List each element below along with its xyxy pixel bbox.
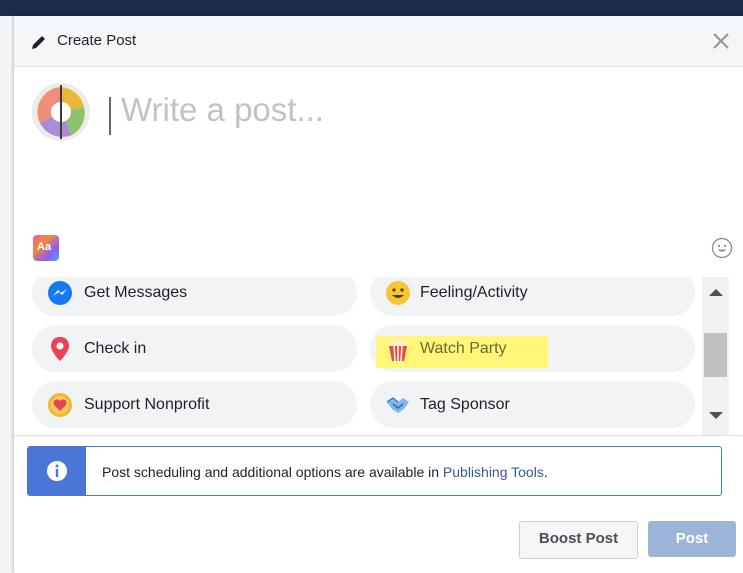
post-options-list: Get Messages Feeling/Activity Check in W…	[14, 277, 743, 435]
info-icon	[47, 461, 67, 481]
scroll-thumb[interactable]	[704, 333, 727, 377]
handshake-icon	[386, 397, 409, 413]
smiley-face-icon	[386, 281, 410, 305]
publishing-tools-notice: Post scheduling and additional options a…	[27, 446, 722, 496]
boost-post-button[interactable]: Boost Post	[519, 521, 638, 559]
option-support-nonprofit[interactable]: Support Nonprofit	[32, 381, 357, 428]
dialog-header: Create Post	[14, 16, 743, 67]
pencil-icon	[32, 36, 45, 49]
background-page-edge	[0, 16, 14, 573]
notice-text: Post scheduling and additional options a…	[102, 464, 548, 480]
option-feeling-activity[interactable]: Feeling/Activity	[370, 277, 695, 316]
post-text-input[interactable]: Write a post...	[121, 91, 324, 129]
text-cursor	[109, 97, 111, 135]
publishing-tools-link[interactable]: Publishing Tools	[443, 464, 544, 480]
options-scrollbar[interactable]	[702, 277, 729, 435]
emoji-icon[interactable]	[711, 237, 733, 259]
option-watch-party-overlay[interactable]: Watch Party	[370, 325, 695, 372]
background-page-top-bar	[0, 0, 743, 16]
scroll-down-arrow-icon[interactable]	[709, 412, 723, 419]
create-post-dialog: Create Post Write a post... Aa Get Messa…	[14, 16, 743, 573]
divider	[14, 435, 743, 436]
avatar	[32, 83, 90, 141]
dialog-title: Create Post	[57, 32, 137, 49]
post-button[interactable]: Post	[648, 521, 736, 557]
option-get-messages[interactable]: Get Messages	[32, 277, 357, 316]
text-background-icon[interactable]: Aa	[33, 235, 59, 261]
popcorn-icon	[389, 338, 407, 362]
option-check-in[interactable]: Check in	[32, 325, 357, 372]
close-icon[interactable]	[711, 31, 731, 51]
location-pin-icon	[51, 337, 69, 361]
heart-coin-icon	[48, 393, 72, 417]
scroll-up-arrow-icon[interactable]	[709, 289, 723, 296]
messenger-icon	[48, 281, 72, 305]
post-composer[interactable]: Write a post... Aa	[14, 67, 743, 277]
option-tag-sponsor[interactable]: Tag Sponsor	[370, 381, 695, 428]
info-box	[28, 447, 86, 495]
